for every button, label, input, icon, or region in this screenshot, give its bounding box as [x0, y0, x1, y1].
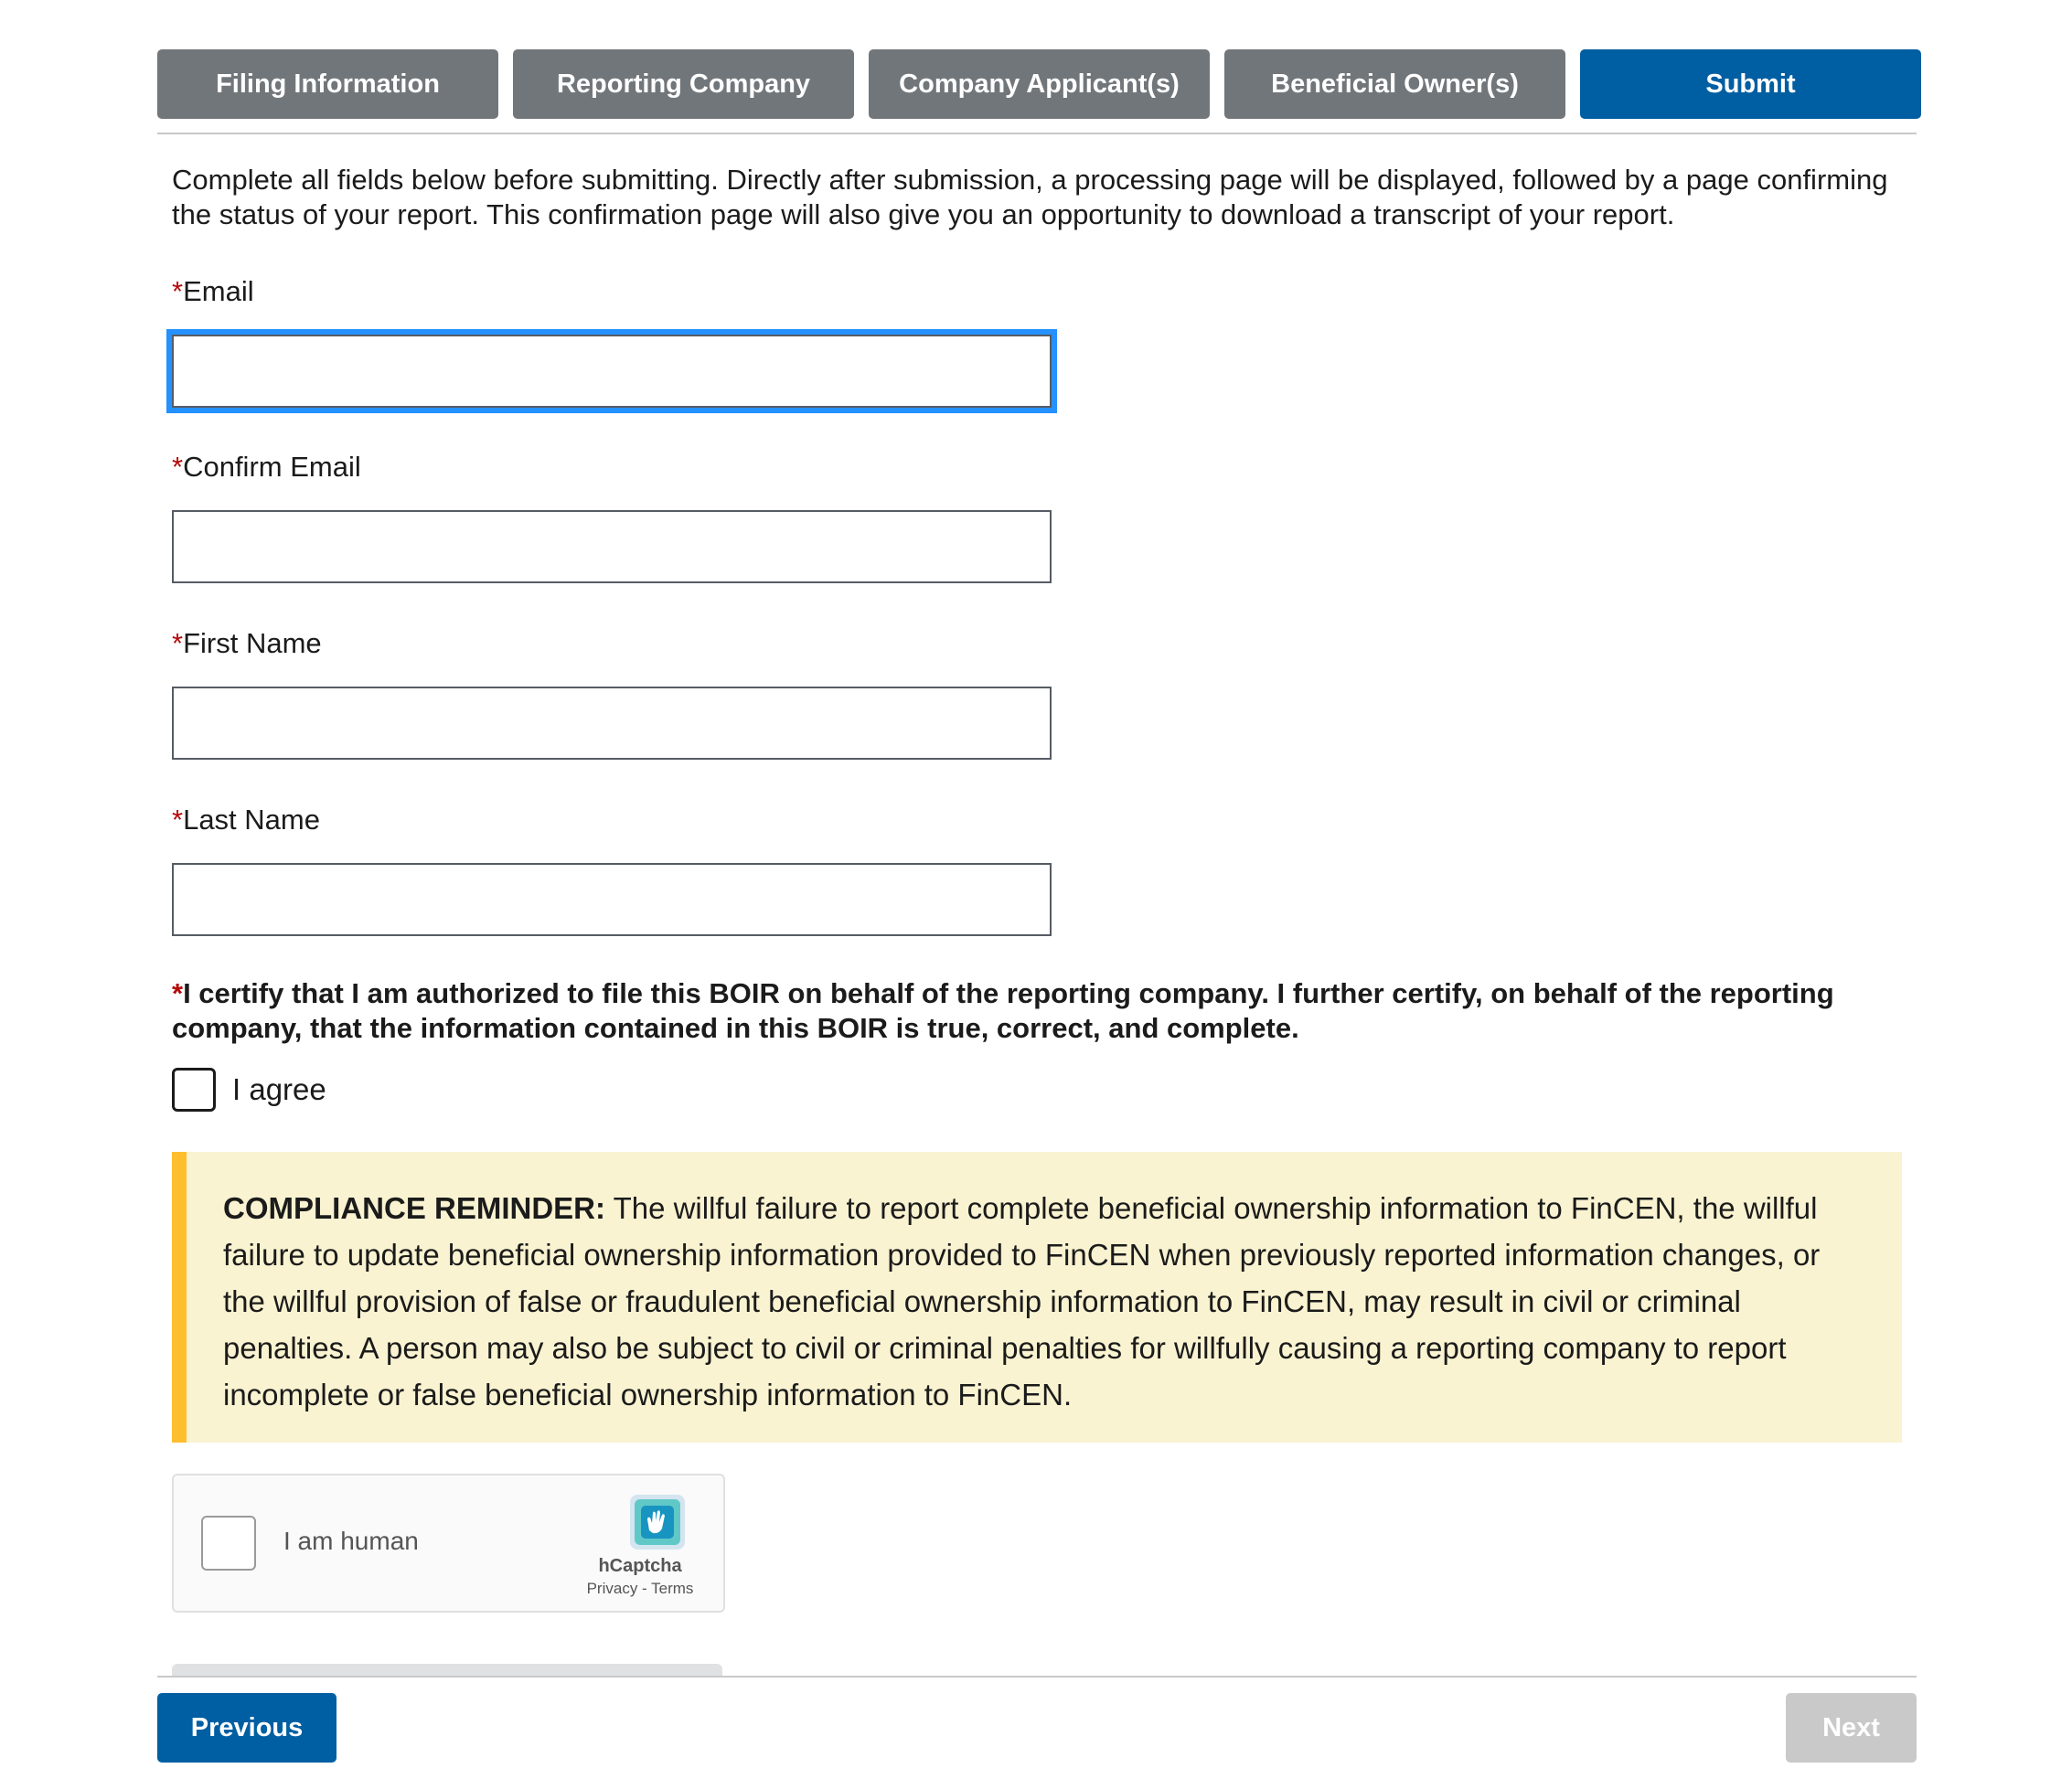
compliance-heading: COMPLIANCE REMINDER:	[223, 1191, 605, 1225]
step-navigation: Filing Information Reporting Company Com…	[157, 49, 1921, 119]
footer-divider	[157, 1676, 1917, 1678]
intro-text: Complete all fields below before submitt…	[172, 164, 1888, 230]
email-label: *Email	[172, 275, 254, 307]
tab-beneficial-owners[interactable]: Beneficial Owner(s)	[1224, 49, 1565, 119]
agree-label[interactable]: I agree	[232, 1072, 326, 1107]
last-name-input[interactable]	[172, 863, 1052, 936]
required-mark: *	[172, 627, 184, 659]
tab-submit[interactable]: Submit	[1580, 49, 1921, 119]
agree-checkbox[interactable]	[172, 1068, 216, 1112]
compliance-reminder: COMPLIANCE REMINDER: The willful failure…	[172, 1152, 1902, 1443]
confirm-email-label: *Confirm Email	[172, 451, 361, 483]
certification-statement: *I certify that I am authorized to file …	[172, 977, 1834, 1044]
first-name-label: *First Name	[172, 627, 322, 659]
tab-company-applicants[interactable]: Company Applicant(s)	[869, 49, 1210, 119]
last-name-label: *Last Name	[172, 804, 320, 836]
email-input[interactable]	[166, 329, 1057, 413]
captcha-label: I am human	[283, 1527, 419, 1555]
captcha-privacy-terms-link[interactable]: Privacy - Terms	[567, 1580, 713, 1598]
next-button[interactable]: Next	[1786, 1693, 1917, 1763]
required-mark: *	[172, 804, 184, 836]
tabs-divider	[157, 133, 1917, 134]
confirm-email-input[interactable]	[172, 510, 1052, 583]
captcha-checkbox[interactable]	[201, 1516, 256, 1571]
captcha-brand: hCaptcha	[598, 1556, 682, 1576]
captcha-widget: I am human hCaptcha Privacy - Terms	[172, 1474, 725, 1613]
hcaptcha-logo-icon	[630, 1495, 685, 1550]
required-mark: *	[172, 451, 184, 483]
tab-reporting-company[interactable]: Reporting Company	[513, 49, 854, 119]
tab-filing-information[interactable]: Filing Information	[157, 49, 498, 119]
required-mark: *	[172, 275, 184, 307]
scroll-remnant	[172, 1664, 722, 1677]
first-name-input[interactable]	[172, 687, 1052, 760]
agree-row[interactable]: I agree	[172, 1068, 326, 1112]
previous-button[interactable]: Previous	[157, 1693, 336, 1763]
required-mark: *	[172, 977, 184, 1009]
